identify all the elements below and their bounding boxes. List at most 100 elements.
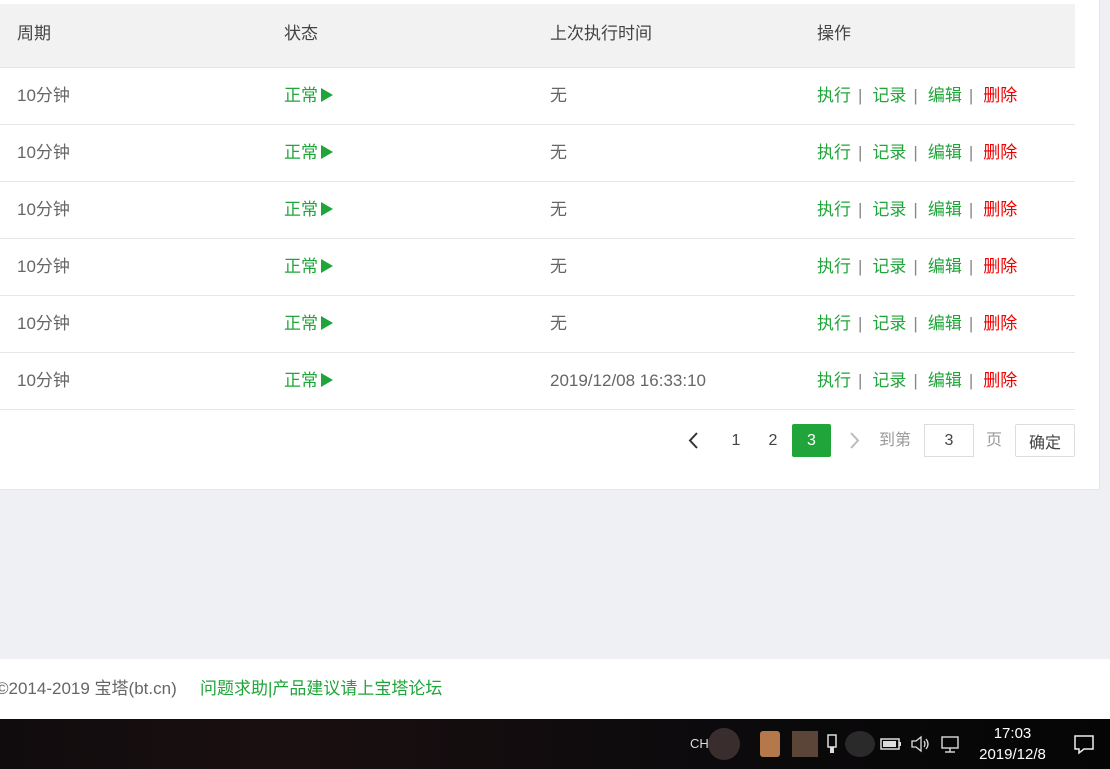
separator: | bbox=[913, 371, 918, 390]
last-run-cell: 无 bbox=[550, 257, 567, 276]
delete-link[interactable]: 删除 bbox=[983, 371, 1017, 390]
clock-time: 17:03 bbox=[993, 725, 1032, 742]
log-link[interactable]: 记录 bbox=[872, 86, 906, 105]
run-link[interactable]: 执行 bbox=[817, 86, 851, 105]
table-body: 10分钟 正常无执行 | 记录 | 编辑 | 删除 10分钟 正常无执行 | 记录 | 编辑 | 删除 10分钟… bbox=[0, 68, 1075, 410]
status-cell[interactable]: 正常 bbox=[284, 125, 333, 180]
separator: | bbox=[968, 371, 974, 390]
page-input[interactable] bbox=[924, 424, 974, 457]
header-actions: 操作 bbox=[817, 24, 851, 43]
play-icon bbox=[321, 259, 333, 273]
actions-cell: 执行 | 记录 | 编辑 | 删除 bbox=[817, 125, 1017, 180]
separator: | bbox=[858, 371, 863, 390]
table-row: 10分钟 正常 无 执行 | 记录 | 编辑 | 删除 bbox=[0, 182, 1075, 239]
network-app-icon[interactable] bbox=[845, 731, 875, 757]
battery-icon[interactable] bbox=[880, 733, 902, 755]
edit-link[interactable]: 编辑 bbox=[928, 257, 962, 276]
log-link[interactable]: 记录 bbox=[872, 143, 906, 162]
last-run-cell: 无 bbox=[550, 143, 567, 162]
run-link[interactable]: 执行 bbox=[817, 314, 851, 333]
run-link[interactable]: 执行 bbox=[817, 200, 851, 219]
chevron-right-icon bbox=[850, 432, 860, 449]
delete-link[interactable]: 删除 bbox=[983, 200, 1017, 219]
separator: | bbox=[968, 257, 974, 276]
separator: | bbox=[913, 143, 918, 162]
period-cell: 10分钟 bbox=[17, 371, 70, 390]
table-row: 10分钟 正常 无 执行 | 记录 | 编辑 | 删除 bbox=[0, 68, 1075, 125]
separator: | bbox=[968, 200, 974, 219]
play-icon bbox=[321, 88, 333, 102]
clock-date: 2019/12/8 bbox=[979, 746, 1046, 763]
run-link[interactable]: 执行 bbox=[817, 371, 851, 390]
edit-link[interactable]: 编辑 bbox=[928, 200, 962, 219]
last-run-cell: 无 bbox=[550, 86, 567, 105]
app-tray-icon[interactable] bbox=[760, 731, 780, 757]
separator: | bbox=[913, 314, 918, 333]
log-link[interactable]: 记录 bbox=[872, 371, 906, 390]
run-link[interactable]: 执行 bbox=[817, 257, 851, 276]
forum-link[interactable]: 问题求助|产品建议请上宝塔论坛 bbox=[200, 659, 442, 719]
delete-link[interactable]: 删除 bbox=[983, 257, 1017, 276]
usb-icon[interactable] bbox=[825, 733, 847, 755]
actions-cell: 执行 | 记录 | 编辑 | 删除 bbox=[817, 239, 1017, 294]
separator: | bbox=[913, 200, 918, 219]
delete-link[interactable]: 删除 bbox=[983, 314, 1017, 333]
next-page-button[interactable] bbox=[842, 424, 866, 457]
volume-icon[interactable] bbox=[910, 733, 932, 755]
cron-task-table: 周期 状态 上次执行时间 操作 10分钟 正常无执行 | 记录 | 编辑 | 删除 10分钟 正常… bbox=[0, 4, 1075, 410]
last-run-cell: 无 bbox=[550, 200, 567, 219]
status-text: 正常 bbox=[284, 200, 318, 219]
status-cell[interactable]: 正常 bbox=[284, 353, 333, 408]
goto-label: 到第 bbox=[879, 432, 912, 449]
play-icon bbox=[321, 202, 333, 216]
confirm-button[interactable]: 确定 bbox=[1015, 424, 1075, 457]
prev-page-button[interactable] bbox=[680, 424, 708, 457]
actions-cell: 执行 | 记录 | 编辑 | 删除 bbox=[817, 68, 1017, 123]
separator: | bbox=[913, 86, 918, 105]
status-text: 正常 bbox=[284, 86, 318, 105]
status-cell[interactable]: 正常 bbox=[284, 296, 333, 351]
current-page[interactable]: 3 bbox=[792, 424, 831, 457]
avatar[interactable] bbox=[708, 728, 740, 760]
table-row: 10分钟 正常 2019/12/08 16:33:10 执行 | 记录 | 编辑 | 删除 bbox=[0, 353, 1075, 410]
page-suffix: 页 bbox=[986, 432, 1003, 449]
edit-link[interactable]: 编辑 bbox=[928, 314, 962, 333]
table-row: 10分钟 正常 无 执行 | 记录 | 编辑 | 删除 bbox=[0, 296, 1075, 353]
log-link[interactable]: 记录 bbox=[872, 257, 906, 276]
log-link[interactable]: 记录 bbox=[872, 314, 906, 333]
separator: | bbox=[858, 257, 863, 276]
separator: | bbox=[968, 314, 974, 333]
play-icon bbox=[321, 145, 333, 159]
run-link[interactable]: 执行 bbox=[817, 143, 851, 162]
separator: | bbox=[968, 86, 974, 105]
play-icon bbox=[321, 373, 333, 387]
delete-link[interactable]: 删除 bbox=[983, 143, 1017, 162]
edit-link[interactable]: 编辑 bbox=[928, 86, 962, 105]
network-icon[interactable] bbox=[940, 733, 962, 755]
status-text: 正常 bbox=[284, 371, 318, 390]
status-cell[interactable]: 正常 bbox=[284, 239, 333, 294]
period-cell: 10分钟 bbox=[17, 143, 70, 162]
status-text: 正常 bbox=[284, 314, 318, 333]
page-2-button[interactable]: 2 bbox=[758, 424, 788, 457]
header-period: 周期 bbox=[17, 24, 51, 43]
status-cell[interactable]: 正常 bbox=[284, 182, 333, 237]
period-cell: 10分钟 bbox=[17, 86, 70, 105]
page-1-button[interactable]: 1 bbox=[721, 424, 751, 457]
status-cell[interactable]: 正常 bbox=[284, 68, 333, 123]
period-cell: 10分钟 bbox=[17, 200, 70, 219]
status-text: 正常 bbox=[284, 143, 318, 162]
separator: | bbox=[968, 143, 974, 162]
notification-center-icon[interactable] bbox=[1072, 732, 1096, 756]
qq-tray-icon[interactable] bbox=[792, 731, 818, 757]
log-link[interactable]: 记录 bbox=[872, 200, 906, 219]
table-row: 10分钟 正常 无 执行 | 记录 | 编辑 | 删除 bbox=[0, 239, 1075, 296]
edit-link[interactable]: 编辑 bbox=[928, 371, 962, 390]
separator: | bbox=[858, 143, 863, 162]
ime-indicator[interactable]: CH bbox=[690, 719, 709, 769]
system-clock[interactable]: 17:03 2019/12/8 bbox=[965, 723, 1060, 765]
edit-link[interactable]: 编辑 bbox=[928, 143, 962, 162]
period-cell: 10分钟 bbox=[17, 314, 70, 333]
chevron-left-icon bbox=[688, 432, 698, 449]
delete-link[interactable]: 删除 bbox=[983, 86, 1017, 105]
